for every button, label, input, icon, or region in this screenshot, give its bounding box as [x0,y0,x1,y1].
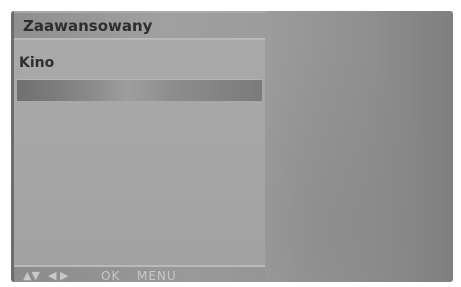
ok-button[interactable]: OK [101,269,120,282]
menu-title-bar: Zaawansowany [14,13,265,40]
menu-footer: ▲▼ ◀ ▶ OK MENU [14,265,265,282]
picture-preview-area [265,11,453,282]
tv-screen: Zaawansowany Kino ▲▼ ◀ ▶ OK MENU [11,11,453,282]
panel-edge [11,11,14,282]
osd-menu-panel: Zaawansowany Kino ▲▼ ◀ ▶ OK MENU [11,11,265,282]
menu-item-label: Kino [19,55,55,71]
left-right-arrows-icon[interactable]: ◀ ▶ [48,269,68,282]
selected-option-bar[interactable] [17,79,262,101]
menu-button[interactable]: MENU [137,269,177,282]
menu-title: Zaawansowany [23,17,153,35]
up-down-arrows-icon[interactable]: ▲▼ [23,269,40,282]
